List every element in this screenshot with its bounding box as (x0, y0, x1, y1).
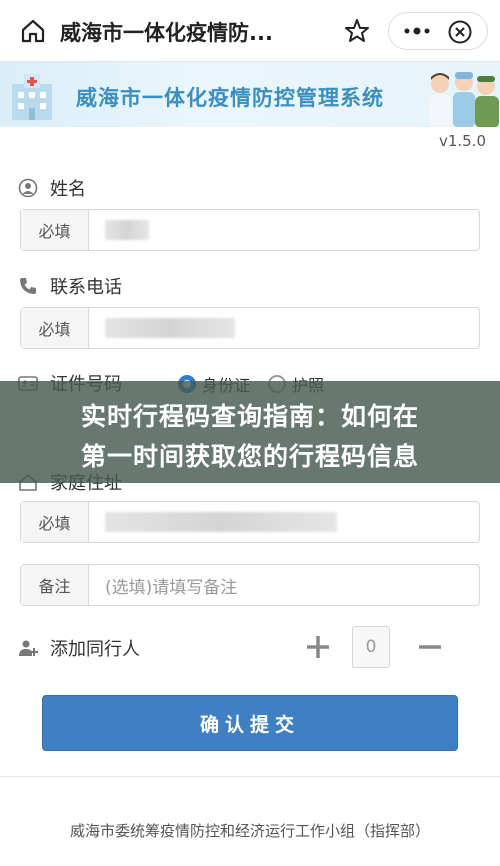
app-title: 威海市一体化疫情防... (60, 21, 273, 45)
add-person-icon (19, 640, 38, 656)
name-input[interactable] (89, 210, 479, 250)
plus-icon[interactable] (302, 631, 334, 663)
required-addon: 必填 (21, 210, 89, 250)
banner-title: 威海市一体化疫情防控管理系统 (76, 86, 384, 110)
person-icon (18, 178, 38, 198)
remark-input[interactable]: (选填)请填写备注 (89, 565, 479, 605)
redacted-value (105, 220, 149, 240)
home-icon[interactable] (20, 18, 46, 44)
address-field[interactable]: 必填 (20, 501, 480, 543)
phone-label: 联系电话 (50, 277, 122, 298)
divider (0, 776, 500, 777)
more-icon[interactable] (403, 21, 431, 41)
caption-line-1: 实时行程码查询指南：如何在 (80, 402, 419, 431)
remark-addon: 备注 (21, 565, 89, 605)
caption-overlay: 实时行程码查询指南：如何在 第一时间获取您的行程码信息 (0, 381, 500, 483)
required-addon: 必填 (21, 308, 89, 348)
companion-label: 添加同行人 (50, 639, 140, 660)
companion-stepper: 0 (302, 626, 446, 668)
top-bar: 威海市一体化疫情防... (0, 0, 500, 62)
remark-field[interactable]: 备注 (选填)请填写备注 (20, 564, 480, 606)
name-label: 姓名 (50, 179, 86, 200)
required-addon: 必填 (21, 502, 89, 542)
redacted-value (105, 512, 337, 532)
phone-input[interactable] (89, 308, 479, 348)
name-field[interactable]: 必填 (20, 209, 480, 251)
medical-staff-illustration (429, 72, 499, 127)
minus-icon[interactable] (414, 631, 446, 663)
phone-icon (20, 278, 36, 294)
phone-label-row: 联系电话 (18, 274, 122, 298)
star-icon[interactable] (344, 18, 370, 44)
capsule-menu (388, 12, 488, 50)
name-label-row: 姓名 (18, 176, 86, 200)
address-input[interactable] (89, 502, 479, 542)
companion-label-row: 添加同行人 (18, 636, 140, 660)
caption-line-2: 第一时间获取您的行程码信息 (80, 442, 419, 471)
companion-count: 0 (352, 626, 390, 668)
submit-button[interactable]: 确认提交 (42, 695, 458, 751)
version-label: v1.5.0 (438, 132, 486, 150)
hospital-building-icon (12, 74, 52, 120)
phone-field[interactable]: 必填 (20, 307, 480, 349)
redacted-value (105, 318, 235, 338)
close-icon[interactable] (447, 19, 473, 45)
system-banner: 威海市一体化疫情防控管理系统 (0, 62, 500, 127)
footer-text: 威海市委统筹疫情防控和经济运行工作小组（指挥部） (69, 822, 430, 840)
